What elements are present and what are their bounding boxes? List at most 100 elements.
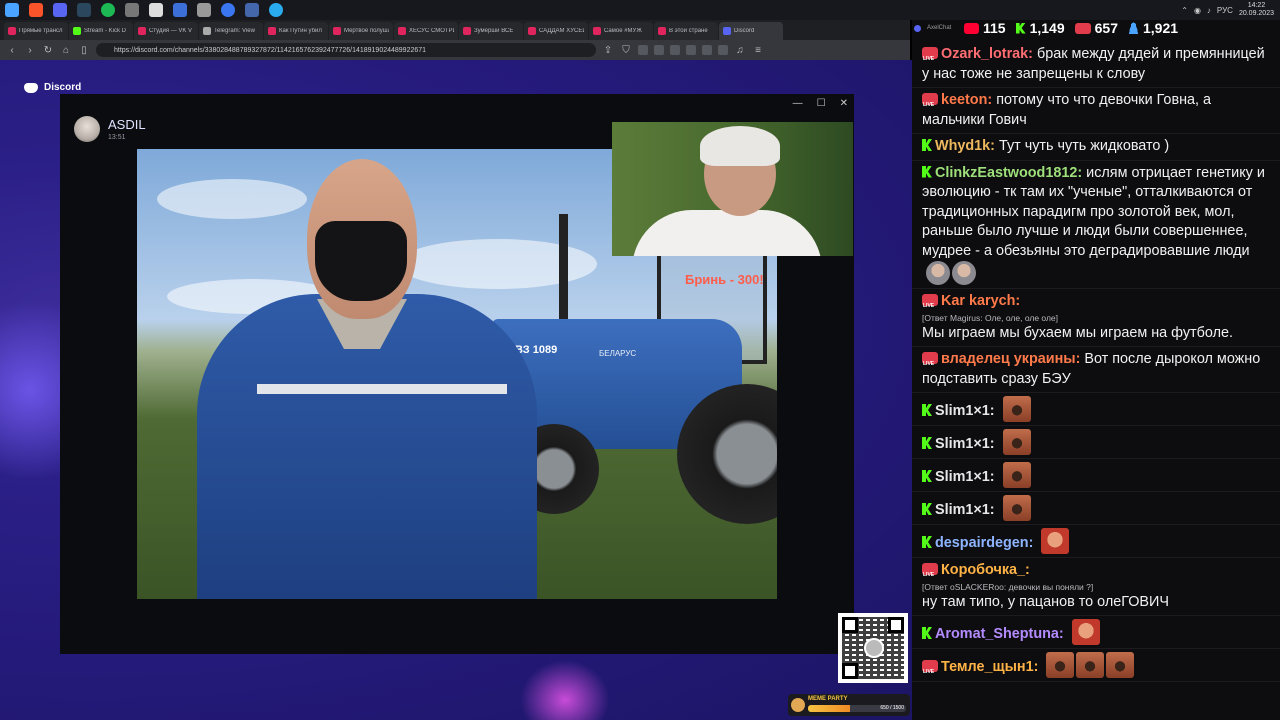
close-icon[interactable]: ✕ xyxy=(840,98,848,109)
qr-corner xyxy=(842,617,858,633)
youtube-viewers: 115 xyxy=(964,20,1006,36)
browser-tab[interactable]: Мертвое полушарие xyxy=(329,22,393,40)
chat-nickname[interactable]: despairdegen: xyxy=(935,535,1033,551)
emote-icon xyxy=(1106,652,1135,678)
language-indicator[interactable]: РУС xyxy=(1217,6,1233,15)
app-icon[interactable] xyxy=(125,3,139,17)
author-name[interactable]: ASDIL xyxy=(108,117,146,132)
chat-message: Aromat_Sheptuna: xyxy=(912,616,1280,649)
chat-nickname[interactable]: Темле_щын1: xyxy=(941,659,1038,675)
reload-icon[interactable]: ↻ xyxy=(42,45,54,56)
share-page-icon[interactable]: ⇪ xyxy=(602,45,614,56)
extension-icon[interactable] xyxy=(638,45,648,55)
live-count: 657 xyxy=(1094,20,1118,36)
brave-icon[interactable] xyxy=(29,3,43,17)
chat-text: Тут чуть чуть жидковато ) xyxy=(998,138,1170,154)
clock[interactable]: 14:22 20.09.2023 xyxy=(1239,2,1274,18)
chevron-up-icon[interactable]: ⌃ xyxy=(1181,6,1188,15)
cloud xyxy=(157,179,307,219)
extension-icon[interactable] xyxy=(654,45,664,55)
back-icon[interactable]: ‹ xyxy=(6,45,18,56)
address-bar[interactable]: https://discord.com/channels/33802848878… xyxy=(96,43,596,57)
browser-tab[interactable]: Как Путин убил xyxy=(264,22,328,40)
browser-tab[interactable]: Telegram: View xyxy=(199,22,263,40)
volume-icon[interactable]: ♪ xyxy=(1207,6,1211,15)
kick-icon xyxy=(922,503,932,515)
chat-nickname[interactable]: ClinkzEastwood1812: xyxy=(935,165,1082,181)
emote-icon xyxy=(1076,652,1105,678)
qr-corner xyxy=(842,663,858,679)
extension-icon[interactable] xyxy=(702,45,712,55)
chat-nickname[interactable]: Slim1×1: xyxy=(935,436,995,452)
tab-favicon-icon xyxy=(203,27,211,35)
tab-favicon-icon xyxy=(593,27,601,35)
tab-favicon-icon xyxy=(73,27,81,35)
tab-favicon-icon xyxy=(658,27,666,35)
extension-icon[interactable] xyxy=(686,45,696,55)
live-icon xyxy=(922,660,938,683)
chat-nickname[interactable]: keeton: xyxy=(941,92,992,108)
tab-label: САДДАМ ХУСЕЙН xyxy=(539,28,584,34)
maximize-icon[interactable]: ☐ xyxy=(817,98,826,109)
viewer-stats: 115 1,149 657 1,921 xyxy=(964,20,1178,36)
browser-tab[interactable]: В этой стране xyxy=(654,22,718,40)
bookmark-icon[interactable]: ▯ xyxy=(78,45,90,56)
chat-nickname[interactable]: Aromat_Sheptuna: xyxy=(935,626,1064,642)
live-icon xyxy=(922,563,938,586)
tab-strip: Прямые трансл Stream - Kick D Студия — VK … xyxy=(0,20,910,40)
steam-icon[interactable] xyxy=(77,3,91,17)
discord-icon[interactable] xyxy=(53,3,67,17)
minimize-icon[interactable]: — xyxy=(793,98,803,109)
qr-code xyxy=(838,613,908,683)
windows-icon[interactable] xyxy=(5,3,19,17)
total-viewers: 1,921 xyxy=(1128,20,1178,36)
spotify-icon[interactable] xyxy=(101,3,115,17)
obs-icon[interactable] xyxy=(173,3,187,17)
brave-shield-icon[interactable]: ⛉ xyxy=(620,45,632,56)
home-icon[interactable]: ⌂ xyxy=(60,45,72,56)
background-glow xyxy=(520,660,610,720)
browser-tab[interactable]: Самое #МУЖ xyxy=(589,22,653,40)
menu-icon[interactable]: ≡ xyxy=(752,45,764,56)
media-icon[interactable]: ♫ xyxy=(734,45,746,56)
chat-nickname[interactable]: владелец украины: xyxy=(941,351,1080,367)
browser-tab[interactable]: Stream - Kick D xyxy=(69,22,133,40)
emote-icon xyxy=(952,261,976,285)
browser-tab[interactable]: Студия — VK V xyxy=(134,22,198,40)
chat-nickname[interactable]: Ozark_lotrak: xyxy=(941,46,1033,62)
extension-icon[interactable] xyxy=(718,45,728,55)
taskbar: ⌃ ◉ ♪ РУС 14:22 20.09.2023 xyxy=(0,0,1280,20)
extension-icon[interactable] xyxy=(670,45,680,55)
browser-tab[interactable]: Прямые трансл xyxy=(4,22,68,40)
forward-icon[interactable]: › xyxy=(24,45,36,56)
settings-icon[interactable] xyxy=(197,3,211,17)
signal-icon[interactable] xyxy=(221,3,235,17)
chat-nickname[interactable]: Slim1×1: xyxy=(935,502,995,518)
face-mask xyxy=(315,221,407,301)
chat-nickname[interactable]: Slim1×1: xyxy=(935,403,995,419)
xsplit-icon[interactable] xyxy=(149,3,163,17)
browser-tab[interactable]: САДДАМ ХУСЕЙН xyxy=(524,22,588,40)
chat-nickname[interactable]: Коробочка_: xyxy=(941,562,1030,578)
emote-group xyxy=(1002,495,1033,521)
youtube-icon xyxy=(964,22,979,34)
message-author: ASDIL 13:51 xyxy=(74,116,146,142)
chat-nickname[interactable]: Whyd1k: xyxy=(935,138,995,154)
chat-nickname[interactable]: Kar karych: xyxy=(941,293,1020,309)
chat-nickname[interactable]: Slim1×1: xyxy=(935,469,995,485)
window-controls: — ☐ ✕ xyxy=(793,98,848,109)
tab-label: Самое #МУЖ xyxy=(604,28,642,34)
emote-group xyxy=(1002,396,1033,422)
network-icon[interactable]: ◉ xyxy=(1194,6,1201,15)
tab-label: В этой стране xyxy=(669,28,708,34)
share-icon[interactable] xyxy=(245,3,259,17)
avatar[interactable] xyxy=(74,116,100,142)
emote-icon xyxy=(1046,652,1075,678)
browser-tab[interactable]: ХЕСУС СМОТРИТ xyxy=(394,22,458,40)
telegram-icon[interactable] xyxy=(269,3,283,17)
system-tray: ⌃ ◉ ♪ РУС 14:22 20.09.2023 xyxy=(1181,2,1280,18)
overlay-text: Бринь - 300! xyxy=(685,272,764,287)
browser-tab[interactable]: Discord xyxy=(719,22,783,40)
kick-count: 1,149 xyxy=(1029,20,1065,36)
browser-tab[interactable]: Зумерши ВСЁ xyxy=(459,22,523,40)
